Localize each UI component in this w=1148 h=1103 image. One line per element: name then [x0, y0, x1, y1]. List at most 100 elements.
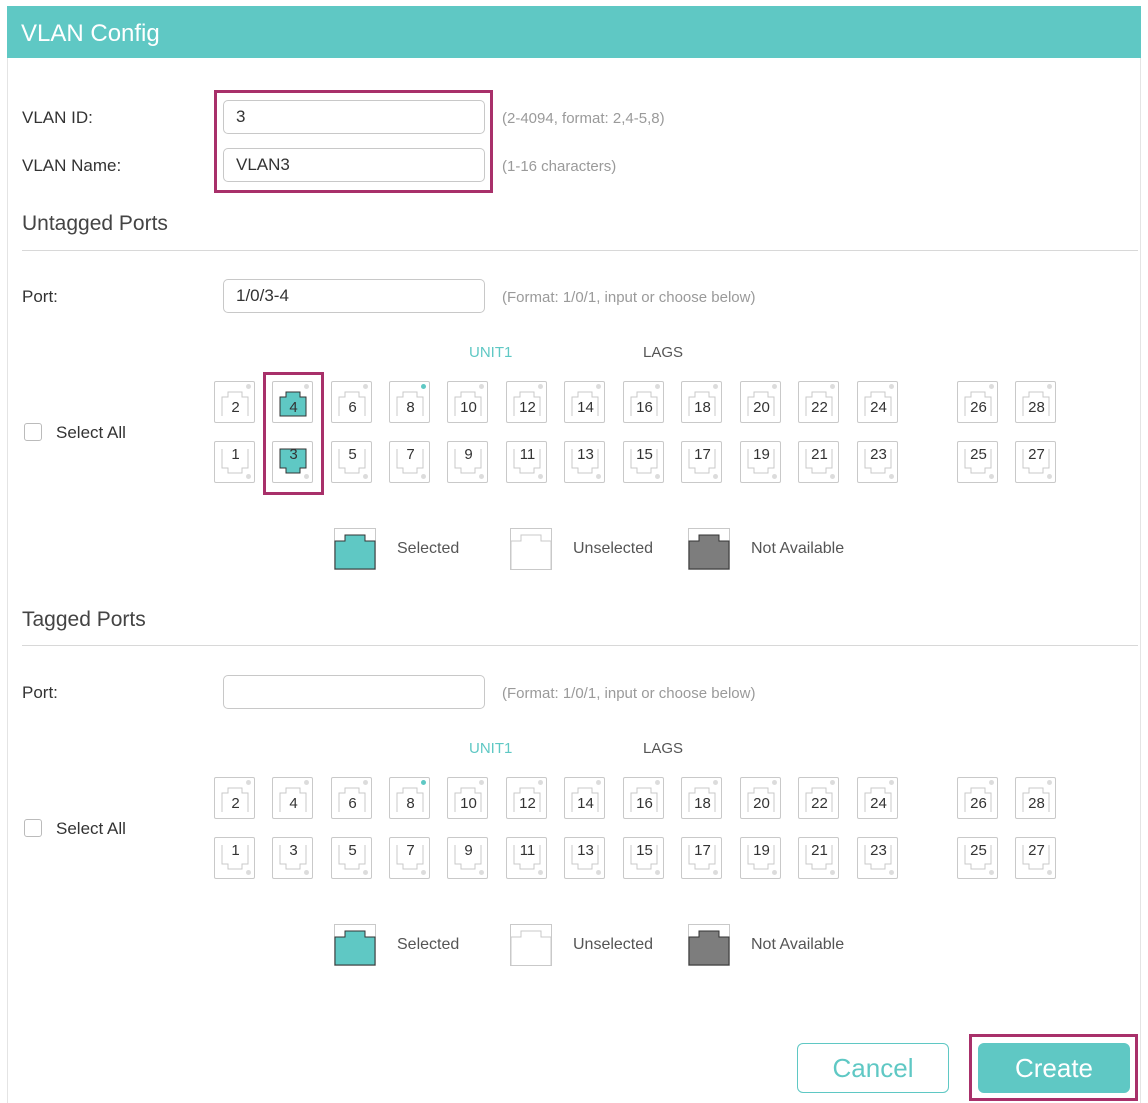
- vlan-id-label: VLAN ID:: [22, 108, 93, 127]
- port-number-label: 9: [464, 446, 473, 463]
- tagged-port-7[interactable]: 7: [389, 837, 430, 879]
- untagged-port-8[interactable]: 8: [389, 381, 430, 423]
- port-status-led: [1047, 870, 1052, 875]
- port-number-label: 10: [460, 795, 477, 812]
- tagged-port-5[interactable]: 5: [331, 837, 372, 879]
- untagged-port-4[interactable]: 4: [272, 381, 313, 423]
- tagged-port-23[interactable]: 23: [857, 837, 898, 879]
- untagged-port-9[interactable]: 9: [447, 441, 488, 483]
- untagged-port-12[interactable]: 12: [506, 381, 547, 423]
- untagged-port-16[interactable]: 16: [623, 381, 664, 423]
- tagged-port-26[interactable]: 26: [957, 777, 998, 819]
- not-available-legend-icon: [688, 528, 730, 570]
- tagged-port-24[interactable]: 24: [857, 777, 898, 819]
- untagged-port-25[interactable]: 25: [957, 441, 998, 483]
- port-status-led: [1047, 474, 1052, 479]
- untagged-port-17[interactable]: 17: [681, 441, 722, 483]
- untagged-port-18[interactable]: 18: [681, 381, 722, 423]
- unselected-legend-icon: [510, 528, 552, 570]
- tagged-port-20[interactable]: 20: [740, 777, 781, 819]
- port-number-label: 21: [811, 842, 828, 859]
- tagged-port-input[interactable]: [223, 675, 485, 709]
- port-number-label: 2: [231, 399, 240, 416]
- port-number-label: 28: [1028, 795, 1045, 812]
- port-number-label: 3: [289, 842, 298, 859]
- port-status-led: [538, 870, 543, 875]
- port-status-led: [246, 384, 251, 389]
- port-number-label: 6: [348, 399, 357, 416]
- tagged-port-18[interactable]: 18: [681, 777, 722, 819]
- untagged-port-3[interactable]: 3: [272, 441, 313, 483]
- port-status-led: [596, 384, 601, 389]
- tagged-port-8[interactable]: 8: [389, 777, 430, 819]
- port-status-led: [304, 384, 309, 389]
- untagged-port-28[interactable]: 28: [1015, 381, 1056, 423]
- create-button[interactable]: Create: [978, 1043, 1130, 1093]
- cancel-button[interactable]: Cancel: [797, 1043, 949, 1093]
- tagged-port-15[interactable]: 15: [623, 837, 664, 879]
- port-status-led: [713, 384, 718, 389]
- tagged-port-13[interactable]: 13: [564, 837, 605, 879]
- tagged-port-16[interactable]: 16: [623, 777, 664, 819]
- vlan-id-input[interactable]: [223, 100, 485, 134]
- tagged-port-4[interactable]: 4: [272, 777, 313, 819]
- tagged-port-27[interactable]: 27: [1015, 837, 1056, 879]
- port-status-led: [1047, 384, 1052, 389]
- port-number-label: 17: [694, 446, 711, 463]
- unselected-legend-label: Unselected: [573, 936, 654, 953]
- port-number-label: 10: [460, 399, 477, 416]
- unselected-legend-icon: [510, 924, 552, 966]
- port-status-led: [772, 870, 777, 875]
- untagged-port-6[interactable]: 6: [331, 381, 372, 423]
- untagged-port-5[interactable]: 5: [331, 441, 372, 483]
- untagged-port-23[interactable]: 23: [857, 441, 898, 483]
- tagged-port-22[interactable]: 22: [798, 777, 839, 819]
- port-status-led: [772, 384, 777, 389]
- tagged-port-14[interactable]: 14: [564, 777, 605, 819]
- tagged-port-6[interactable]: 6: [331, 777, 372, 819]
- selected-legend-icon: [334, 924, 376, 966]
- tagged-port-9[interactable]: 9: [447, 837, 488, 879]
- port-number-label: 11: [519, 842, 536, 859]
- untagged-port-20[interactable]: 20: [740, 381, 781, 423]
- tagged-port-2[interactable]: 2: [214, 777, 255, 819]
- port-status-led: [479, 384, 484, 389]
- tagged-port-21[interactable]: 21: [798, 837, 839, 879]
- untagged-port-7[interactable]: 7: [389, 441, 430, 483]
- tagged-select-all-checkbox[interactable]: [24, 819, 42, 837]
- port-status-led: [304, 870, 309, 875]
- untagged-port-11[interactable]: 11: [506, 441, 547, 483]
- tagged-port-10[interactable]: 10: [447, 777, 488, 819]
- port-status-led: [772, 780, 777, 785]
- tagged-port-17[interactable]: 17: [681, 837, 722, 879]
- untagged-select-all-checkbox[interactable]: [24, 423, 42, 441]
- vlan-id-hint: (2-4094, format: 2,4-5,8): [502, 110, 665, 127]
- untagged-port-1[interactable]: 1: [214, 441, 255, 483]
- untagged-port-21[interactable]: 21: [798, 441, 839, 483]
- untagged-port-15[interactable]: 15: [623, 441, 664, 483]
- untagged-port-24[interactable]: 24: [857, 381, 898, 423]
- tagged-port-1[interactable]: 1: [214, 837, 255, 879]
- untagged-port-2[interactable]: 2: [214, 381, 255, 423]
- untagged-port-10[interactable]: 10: [447, 381, 488, 423]
- tagged-port-12[interactable]: 12: [506, 777, 547, 819]
- tagged-port-25[interactable]: 25: [957, 837, 998, 879]
- tagged-port-3[interactable]: 3: [272, 837, 313, 879]
- untagged-port-14[interactable]: 14: [564, 381, 605, 423]
- tagged-port-19[interactable]: 19: [740, 837, 781, 879]
- not-available-legend-icon: [688, 924, 730, 966]
- tagged-port-11[interactable]: 11: [506, 837, 547, 879]
- untagged-port-19[interactable]: 19: [740, 441, 781, 483]
- port-number-label: 15: [636, 842, 653, 859]
- port-status-led: [989, 870, 994, 875]
- untagged-port-22[interactable]: 22: [798, 381, 839, 423]
- port-number-label: 13: [577, 842, 594, 859]
- untagged-port-13[interactable]: 13: [564, 441, 605, 483]
- tagged-port-28[interactable]: 28: [1015, 777, 1056, 819]
- untagged-port-input[interactable]: [223, 279, 485, 313]
- untagged-port-26[interactable]: 26: [957, 381, 998, 423]
- untagged-port-27[interactable]: 27: [1015, 441, 1056, 483]
- port-status-led: [655, 384, 660, 389]
- vlan-name-input[interactable]: [223, 148, 485, 182]
- selected-legend-icon: [334, 528, 376, 570]
